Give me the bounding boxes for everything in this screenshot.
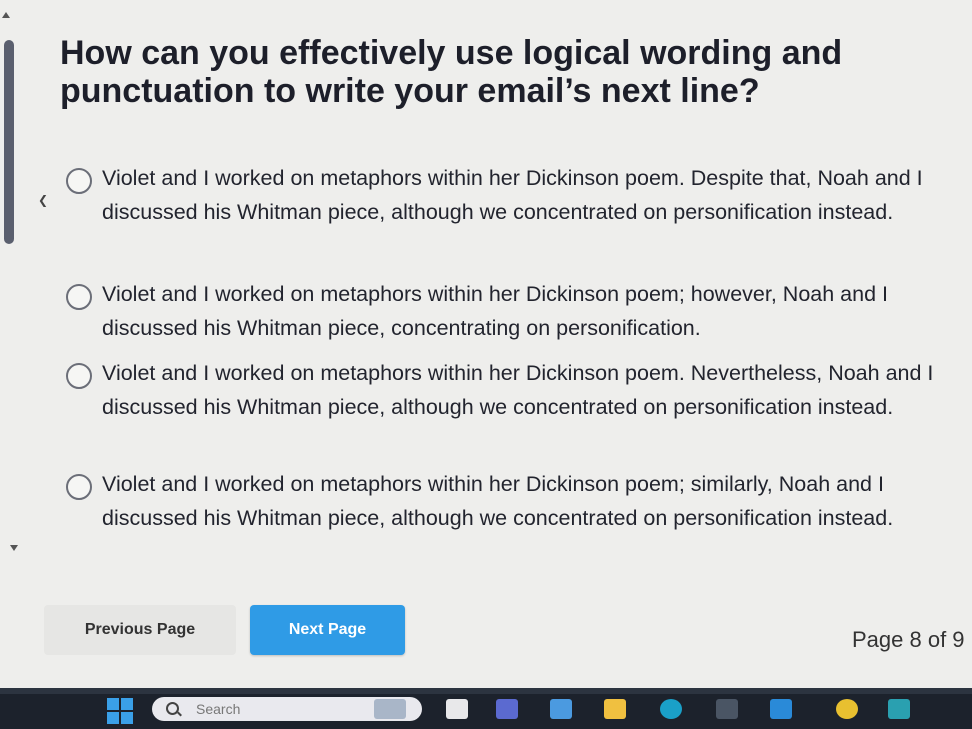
answer-option-4-text: Violet and I worked on metaphors within … xyxy=(102,472,894,530)
search-placeholder: Search xyxy=(196,701,241,717)
search-icon xyxy=(166,702,179,715)
radio-button-3[interactable] xyxy=(66,363,92,389)
file-icon[interactable] xyxy=(446,699,468,719)
quiz-page: ❮ How can you effectively use logical wo… xyxy=(0,0,972,688)
answer-option-2-text: Violet and I worked on metaphors within … xyxy=(102,282,888,340)
answer-option-1-text: Violet and I worked on metaphors within … xyxy=(102,166,923,224)
start-icon[interactable] xyxy=(107,698,133,724)
teams-icon[interactable] xyxy=(496,699,518,719)
next-page-button[interactable]: Next Page xyxy=(250,605,405,655)
app-icon[interactable] xyxy=(888,699,910,719)
scroll-up-arrow-icon[interactable] xyxy=(2,12,10,18)
mouse-cursor-icon: ❮ xyxy=(38,193,49,207)
previous-page-button[interactable]: Previous Page xyxy=(44,605,236,655)
store-icon[interactable] xyxy=(716,699,738,719)
folder-icon[interactable] xyxy=(604,699,626,719)
edge-icon[interactable] xyxy=(660,699,682,719)
scroll-down-arrow-icon[interactable] xyxy=(10,545,18,551)
radio-button-4[interactable] xyxy=(66,474,92,500)
answer-option-3[interactable]: Violet and I worked on metaphors within … xyxy=(62,356,967,436)
question-text: How can you effectively use logical word… xyxy=(60,34,843,110)
widget-icon[interactable] xyxy=(374,699,406,719)
answer-option-4[interactable]: Violet and I worked on metaphors within … xyxy=(62,467,967,547)
answer-option-1[interactable]: Violet and I worked on metaphors within … xyxy=(62,161,967,241)
taskbar: Search xyxy=(0,688,972,729)
radio-button-1[interactable] xyxy=(66,168,92,194)
scrollbar-thumb[interactable] xyxy=(4,40,14,244)
taskbar-divider xyxy=(0,688,972,694)
page-indicator: Page 8 of 9 xyxy=(852,627,965,652)
chat-icon[interactable] xyxy=(550,699,572,719)
chrome-icon[interactable] xyxy=(836,699,858,719)
radio-button-2[interactable] xyxy=(66,284,92,310)
answer-option-3-text: Violet and I worked on metaphors within … xyxy=(102,361,934,419)
answer-option-2[interactable]: Violet and I worked on metaphors within … xyxy=(62,277,967,357)
mail-icon[interactable] xyxy=(770,699,792,719)
